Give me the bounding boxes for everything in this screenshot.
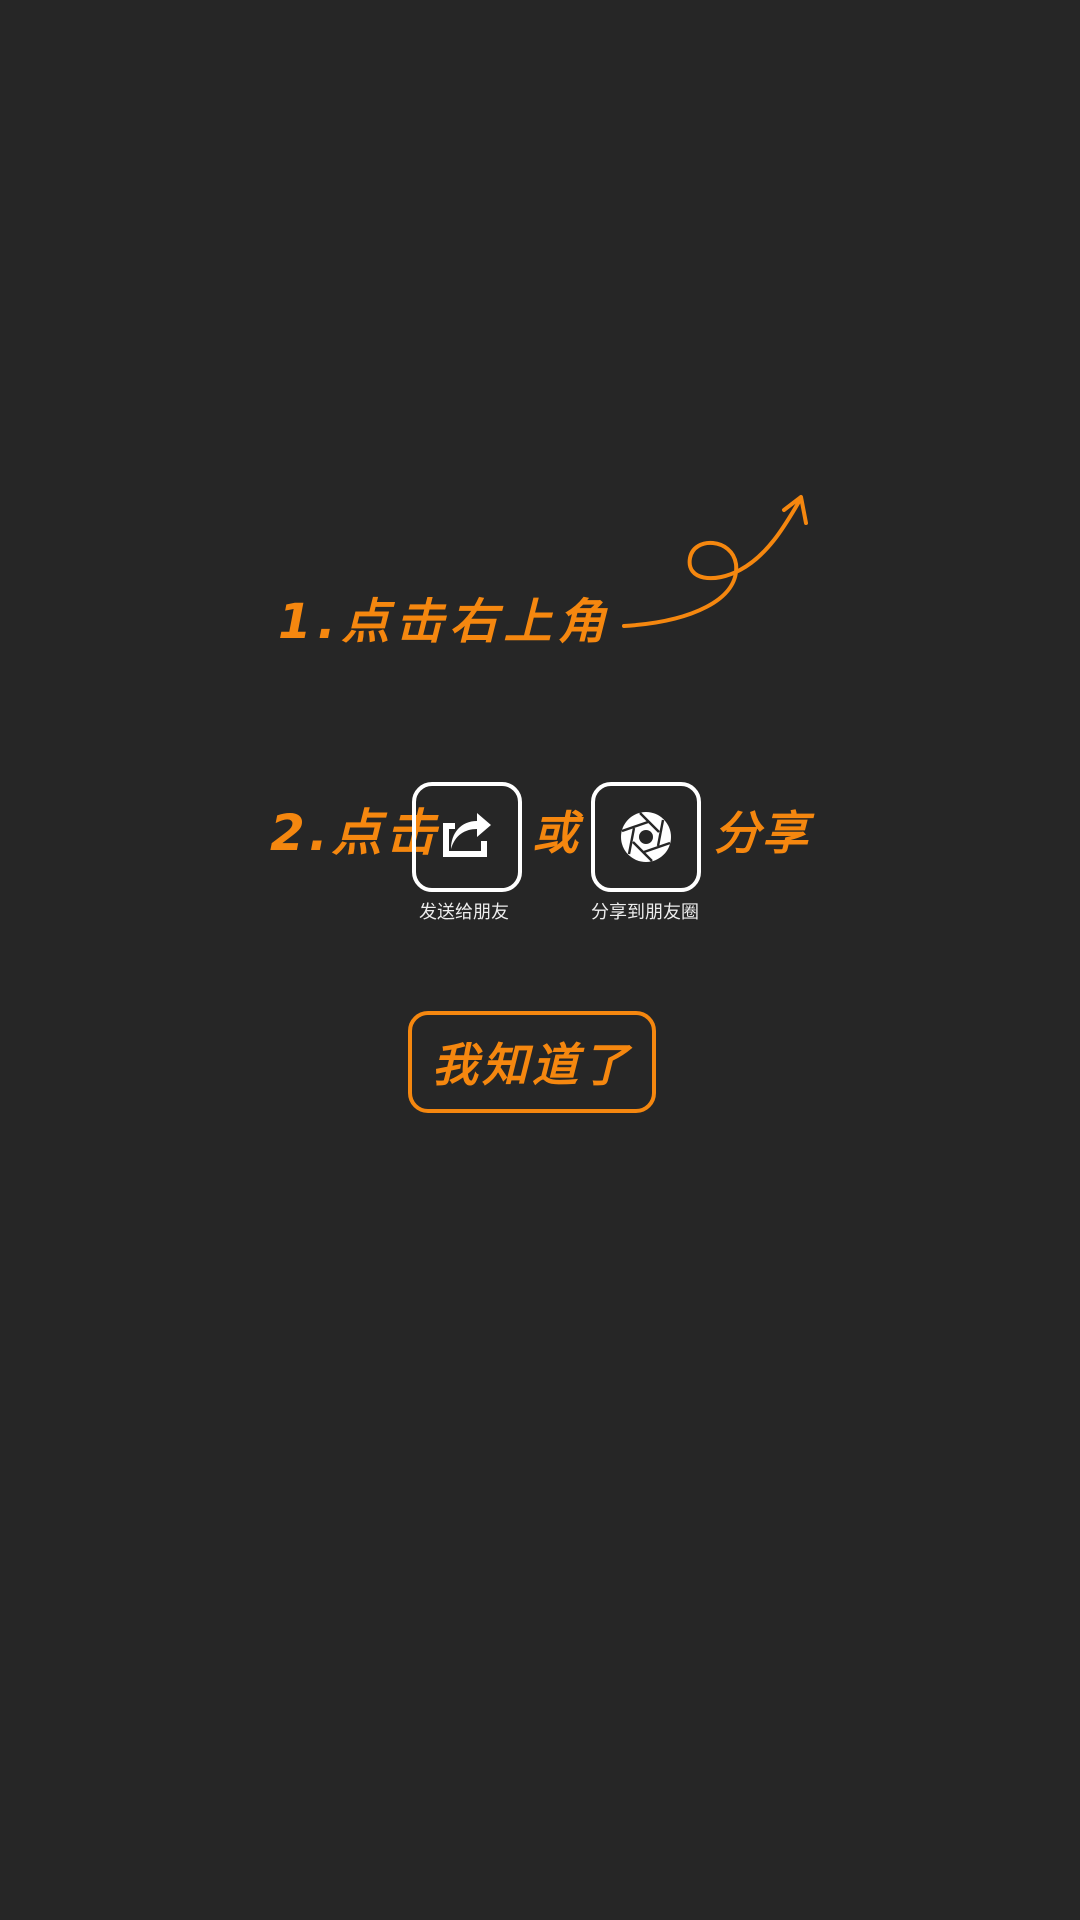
forward-option-caption: 发送给朋友 (419, 902, 509, 923)
share-to-moments-option[interactable] (591, 782, 701, 892)
or-text: 或 (532, 806, 578, 860)
moments-option-caption: 分享到朋友圈 (591, 902, 699, 923)
got-it-button[interactable]: 我知道了 (408, 1011, 656, 1113)
arrow-stroke (622, 498, 802, 628)
step1-instruction: 1.点击右上角 (278, 594, 612, 650)
curly-arrow-up-right-icon (622, 495, 808, 628)
got-it-button-label: 我知道了 (432, 1038, 632, 1092)
forward-to-friend-option[interactable] (412, 782, 522, 892)
camera-aperture-icon (621, 812, 671, 862)
share-guide-overlay: 1.点击右上角 2.点击 或 分享 发送给朋友 分享到朋友圈 我知道了 (0, 0, 1080, 1920)
forward-share-icon (443, 813, 491, 857)
share-text: 分享 (714, 806, 810, 860)
